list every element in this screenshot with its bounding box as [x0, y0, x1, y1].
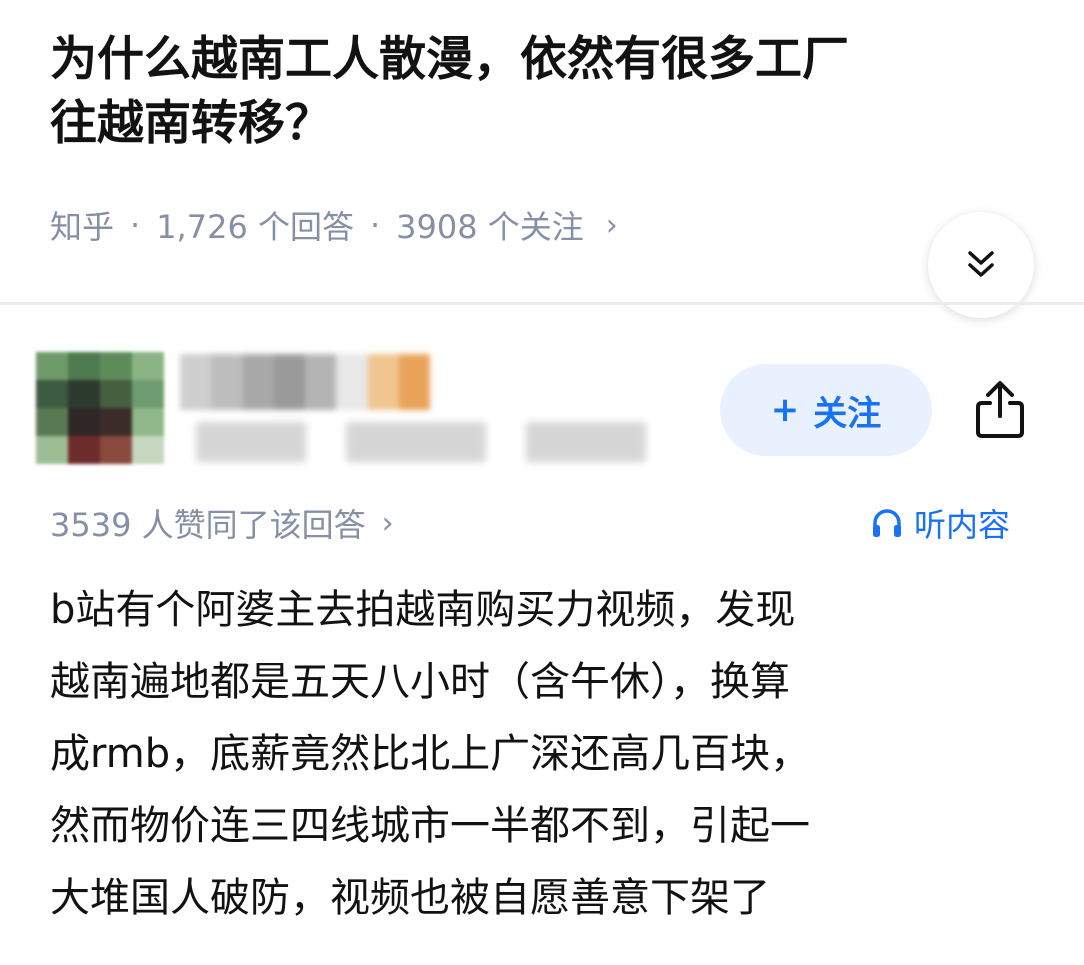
follower-count: 3908 个关注 [396, 208, 584, 246]
follow-button[interactable]: + 关注 [720, 364, 932, 456]
meta-separator: · [369, 206, 381, 244]
plus-icon: + [770, 390, 800, 430]
avatar[interactable] [36, 352, 164, 464]
answer-count: 1,726 个回答 [156, 208, 354, 246]
share-button[interactable] [968, 374, 1032, 444]
follow-label: 关注 [813, 393, 882, 434]
answer-line: 然而物价连三四线城市一半都不到，引起一 [50, 803, 810, 849]
headphones-icon [873, 509, 901, 537]
question-title-line-1: 为什么越南工人散漫，依然有很多工厂 [50, 32, 849, 87]
author-name-blurred[interactable] [180, 354, 430, 410]
listen-label: 听内容 [914, 506, 1011, 544]
question-title[interactable]: 为什么越南工人散漫，依然有很多工厂 往越南转移？ [50, 28, 1050, 156]
upvote-count: 3539 人赞同了该回答 [50, 506, 366, 544]
question-meta[interactable]: 知乎 · 1,726 个回答 · 3908 个关注 › [50, 200, 618, 250]
source-label: 知乎 [50, 208, 115, 246]
section-divider [0, 302, 1084, 305]
author-bio-blurred [196, 422, 646, 462]
answer-line: 成rmb，底薪竟然比北上广深还高几百块， [50, 731, 811, 777]
upvote-summary[interactable]: 3539 人赞同了该回答 › [50, 498, 394, 548]
answer-line: b站有个阿婆主去拍越南购买力视频，发现 [50, 587, 796, 633]
meta-separator: · [130, 206, 141, 244]
chevron-right-icon: › [605, 207, 618, 243]
listen-button[interactable]: 听内容 [870, 498, 1010, 548]
share-icon [976, 381, 1024, 438]
answer-line: 越南遍地都是五天八小时（含午休），换算 [50, 659, 790, 705]
double-chevron-down-icon [968, 251, 994, 277]
answer-body[interactable]: b站有个阿婆主去拍越南购买力视频，发现 越南遍地都是五天八小时（含午休），换算 … [50, 574, 1050, 934]
chevron-right-icon: › [381, 505, 394, 541]
answer-line: 大堆国人破防，视频也被自愿善意下架了 [50, 875, 770, 921]
question-title-line-2: 往越南转移？ [50, 96, 332, 151]
